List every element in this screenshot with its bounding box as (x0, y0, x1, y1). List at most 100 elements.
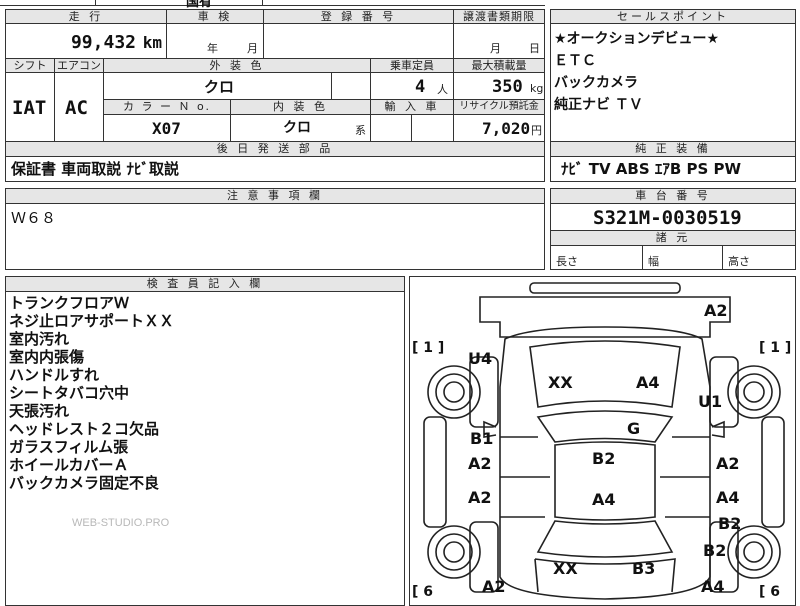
damage-mark: A2 (704, 301, 728, 320)
inspector-item: 室内内張傷 (9, 348, 85, 366)
recycle-cell: 7,020 円 (453, 114, 545, 142)
recycle-unit: 円 (531, 124, 542, 137)
watermark: WEB-STUDIO.PRO (72, 517, 170, 529)
transfer-month-unit: 月 (490, 42, 501, 55)
max-load-unit: kg (530, 82, 544, 95)
interior-header: 内 装 色 (230, 99, 371, 115)
registration-cell (263, 23, 454, 59)
damage-mark: A2 (716, 454, 740, 473)
bracket-left-bottom: [ 6 (412, 584, 434, 600)
damage-mark: A2 (468, 454, 492, 473)
dimensions-header: 諸 元 (550, 230, 796, 246)
inspector-box: トランクフロアＷ ネジ止ロアサポートＸＸ 室内汚れ 室内内張傷 ハンドルすれ シ… (5, 291, 405, 606)
damage-mark: U4 (468, 349, 493, 368)
inspector-item: シートタバコ穴中 (9, 384, 130, 402)
dim-height-cell: 高さ (722, 245, 796, 270)
inspection-month-unit: 月 (247, 42, 258, 55)
shift-cell: IAT (5, 72, 55, 142)
transfer-docs-cell: 月 日 (453, 23, 545, 59)
aircon-cell: AC (54, 72, 104, 142)
inspection-header: 車 検 (166, 9, 264, 24)
damage-mark: B2 (718, 514, 742, 533)
damage-mark: B2 (703, 541, 727, 560)
recycle-value: 7,020 (482, 119, 531, 138)
inspector-item: ガラスフィルム張 (9, 438, 129, 456)
dim-length-cell: 長さ (550, 245, 643, 270)
damage-mark: B3 (632, 559, 656, 578)
mileage-unit: km (142, 33, 162, 52)
later-parts-value: 保証書 車両取説 ﾅﾋﾞ取説 (11, 160, 179, 178)
standard-equipment-header: 純 正 装 備 (550, 141, 796, 157)
damage-mark: B1 (470, 429, 494, 448)
damage-mark: A2 (482, 577, 506, 596)
aircon-header: エアコン (54, 58, 104, 73)
sales-point-box: ★オークションデビュー★ ＥＴＣ バックカメラ 純正ナビ ＴＶ (550, 23, 796, 142)
transfer-docs-header: 譲渡書類期限 (453, 9, 545, 24)
color-no-cell: X07 (103, 114, 231, 142)
inspector-item: 天張汚れ (9, 402, 70, 420)
inspector-item: ヘッドレスト２コ欠品 (9, 420, 160, 438)
inspector-item: ホイールカバーＡ (9, 456, 129, 474)
mileage-header: 走 行 (5, 9, 167, 24)
capacity-value: 4 (415, 77, 426, 97)
damage-mark: G (627, 419, 641, 438)
later-parts-header: 後 日 発 送 部 品 (5, 141, 545, 157)
chassis-cell: S321M-0030519 (550, 203, 796, 231)
max-load-cell: 350 kg (453, 72, 545, 100)
sales-point-line-3: バックカメラ (554, 75, 638, 91)
shift-header: シフト (5, 58, 55, 73)
inspector-list: トランクフロアＷ ネジ止ロアサポートＸＸ 室内汚れ 室内内張傷 ハンドルすれ シ… (9, 294, 174, 492)
exterior-value: クロ (204, 78, 235, 96)
inspection-cell: 年 月 (166, 23, 264, 59)
damage-mark: A4 (636, 373, 660, 392)
inspection-year-unit: 年 (207, 42, 218, 55)
max-load-value: 350 (492, 77, 523, 97)
interior-value: クロ (283, 120, 311, 136)
aircon-value: AC (65, 97, 88, 119)
registration-header: 登 録 番 号 (263, 9, 454, 24)
damage-mark: B2 (592, 449, 616, 468)
inspector-item: 室内汚れ (9, 330, 70, 348)
dim-length-label: 長さ (556, 255, 578, 268)
inspector-header: 検 査 員 記 入 欄 (5, 276, 405, 292)
sales-point-header: セールスポイント (550, 9, 796, 24)
import-header: 輸 入 車 (370, 99, 454, 115)
damage-mark: XX (548, 373, 573, 392)
damage-mark: A4 (716, 488, 740, 507)
inspector-item: バックカメラ固定不良 (9, 474, 160, 492)
chassis-header: 車 台 番 号 (550, 188, 796, 204)
inspector-item: ネジ止ロアサポートＸＸ (9, 312, 175, 330)
color-no-value: X07 (152, 119, 181, 138)
car-diagram-box: [ 1 ] [ 1 ] [ 6 [ 6 A2 U4 U1 XX A4 G B1 … (409, 276, 796, 606)
capacity-unit: 人 (437, 83, 448, 96)
damage-mark: A4 (592, 490, 616, 509)
color-no-header: カ ラ ー Ｎ o. (103, 99, 231, 115)
damage-mark: XX (553, 559, 578, 578)
notes-cell: Ｗ６８ (5, 203, 545, 270)
max-load-header: 最大積載量 (453, 58, 545, 73)
standard-equipment-value: ﾅﾋﾞ TV ABS ｴｱB PS PW (561, 160, 742, 178)
exterior-cell: クロ (103, 72, 332, 100)
exterior-header: 外 装 色 (103, 58, 371, 73)
chassis-value: S321M-0030519 (593, 207, 742, 229)
notes-header: 注 意 事 項 欄 (5, 188, 545, 204)
shift-value: IAT (12, 97, 47, 119)
capacity-cell: 4 人 (370, 72, 454, 100)
sales-point-line-2: ＥＴＣ (554, 53, 596, 69)
recycle-header: リサイクル預託金 (453, 99, 545, 115)
capacity-header: 乗車定員 (370, 58, 454, 73)
damage-mark: A4 (701, 577, 725, 596)
interior-suffix: 系 (355, 124, 366, 137)
damage-mark: A2 (468, 488, 492, 507)
notes-value: Ｗ６８ (11, 209, 57, 227)
sales-point-line-1: ★オークションデビュー★ (554, 31, 720, 47)
bracket-left-top: [ 1 ] (412, 340, 445, 356)
car-diagram (423, 282, 785, 600)
inspector-item: トランクフロアＷ (9, 294, 130, 312)
damage-mark: U1 (698, 392, 723, 411)
dim-width-cell: 幅 (642, 245, 723, 270)
bracket-right-bottom: [ 6 (759, 584, 781, 600)
dim-width-label: 幅 (648, 255, 659, 268)
dim-height-label: 高さ (728, 255, 750, 268)
inspector-item: ハンドルすれ (9, 366, 100, 384)
